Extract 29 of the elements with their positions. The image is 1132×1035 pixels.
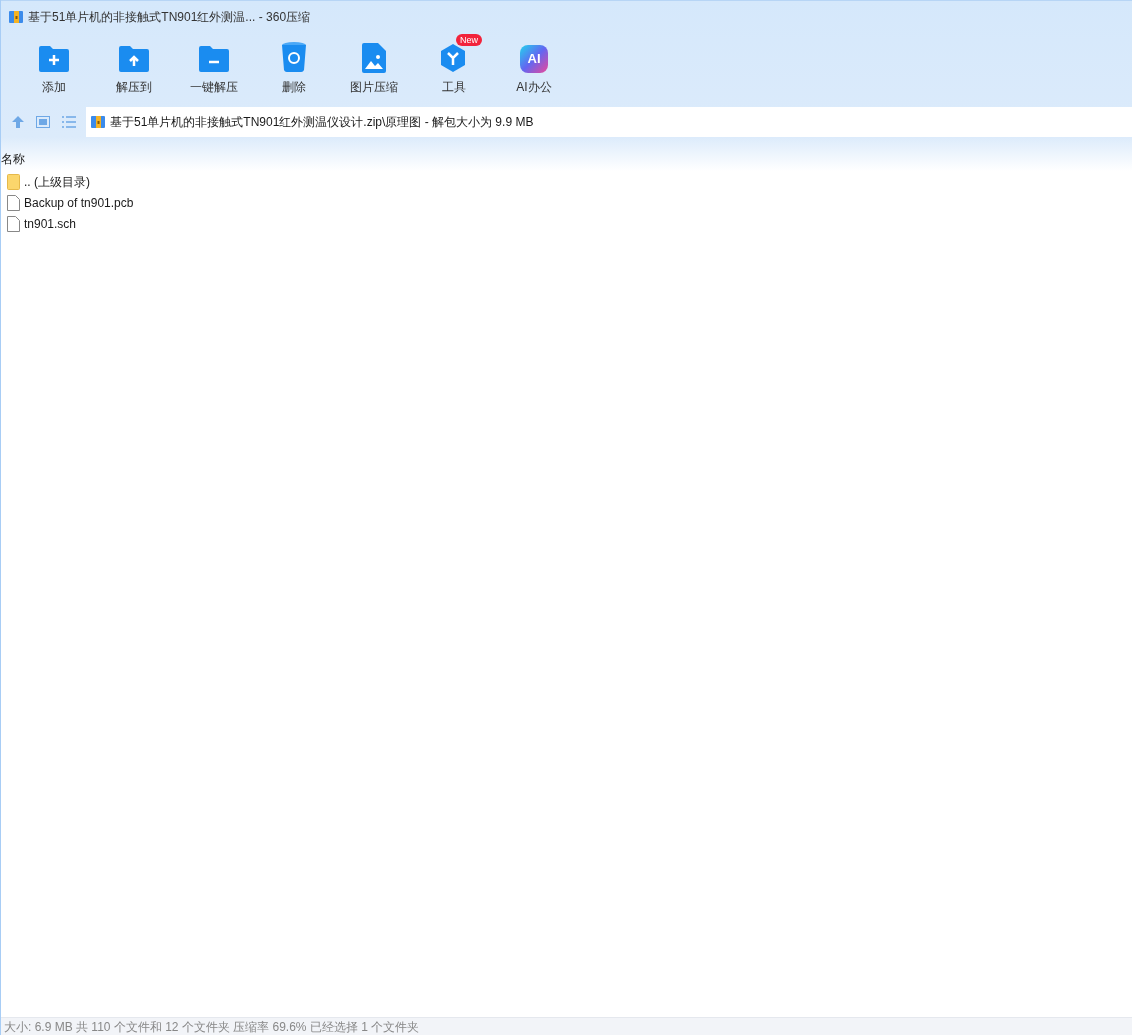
file-name[interactable]: .. (上级目录) bbox=[24, 172, 90, 191]
file-icon bbox=[7, 215, 20, 232]
window-title: 基于51单片机的非接触式TN901红外测温... - 360压缩 bbox=[28, 9, 311, 26]
archive-icon bbox=[8, 9, 24, 25]
column-header[interactable]: 名称 bbox=[1, 150, 25, 168]
list-view-icon[interactable] bbox=[62, 116, 76, 128]
toolbar-button[interactable]: 图片压缩 bbox=[334, 33, 414, 96]
up-arrow-icon[interactable] bbox=[11, 115, 25, 129]
folder-icon bbox=[7, 173, 20, 190]
status-text: 大小: 6.9 MB 共 110 个文件和 12 个文件夹 压缩率 69.6% 已经选择 1 个文件夹 bbox=[4, 1018, 420, 1035]
new-badge: New bbox=[456, 34, 482, 46]
file-icon bbox=[7, 194, 20, 211]
toolbar-button[interactable]: 删除 bbox=[254, 33, 334, 96]
image-file-icon bbox=[362, 43, 386, 73]
toolbar-button[interactable]: 解压到 bbox=[94, 33, 174, 96]
folder-plus-icon bbox=[38, 45, 70, 73]
toolbar-button[interactable]: AI AI办公 bbox=[494, 33, 574, 96]
toolbar-button[interactable]: 添加 bbox=[14, 33, 94, 96]
toolbar-button[interactable]: 一键解压 bbox=[174, 33, 254, 96]
address-field[interactable]: 基于51单片机的非接触式TN901红外测温仪设计.zip\原理图 - 解包大小为 9.9 MB bbox=[86, 107, 1132, 137]
archive-icon bbox=[90, 114, 106, 130]
ai-logo-icon: AI bbox=[520, 45, 548, 73]
toolbar-button[interactable]: New 工具 bbox=[414, 33, 494, 96]
folder-upload-icon bbox=[118, 45, 150, 73]
thumbnail-view-icon[interactable] bbox=[36, 116, 50, 128]
file-name[interactable]: Backup of tn901.pcb bbox=[24, 193, 134, 212]
folder-minus-icon bbox=[198, 45, 230, 73]
trash-icon bbox=[281, 41, 307, 73]
file-name[interactable]: tn901.sch bbox=[24, 214, 77, 233]
